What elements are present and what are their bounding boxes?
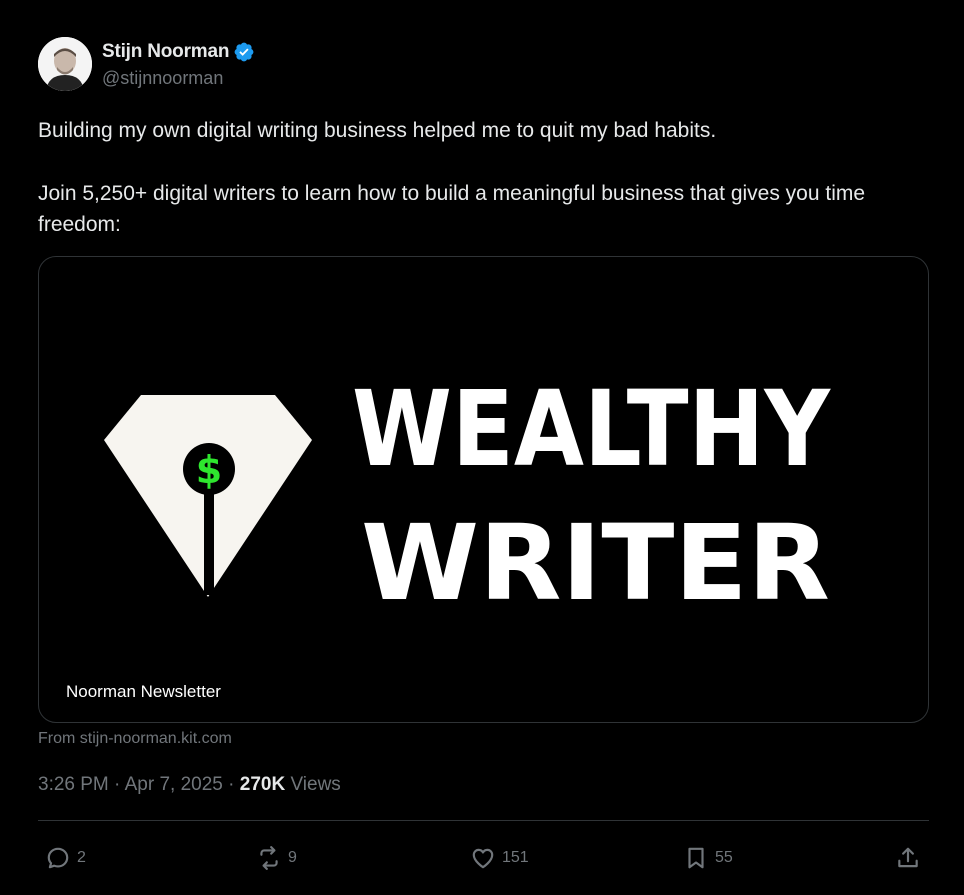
card-source[interactable]: From stijn-noorman.kit.com: [38, 730, 232, 748]
tweet-meta: 3:26 PM · Apr 7, 2025 · 270K Views: [38, 774, 341, 796]
heart-icon: [472, 848, 494, 869]
tweet-time[interactable]: 3:26 PM: [38, 774, 109, 795]
like-button[interactable]: 151: [470, 838, 529, 878]
repost-count: 9: [288, 849, 297, 866]
avatar-photo: [38, 37, 92, 91]
card-image: $ WEALTHY WRITER: [104, 368, 831, 624]
reply-count: 2: [77, 849, 86, 866]
tweet-paragraph: Join 5,250+ digital writers to learn how…: [38, 182, 866, 236]
logo-wordmark-line1: WEALTHY: [352, 368, 831, 490]
repost-button[interactable]: 9: [256, 838, 297, 878]
views-label: Views: [290, 774, 341, 795]
avatar[interactable]: [38, 37, 92, 91]
meta-separator: ·: [228, 774, 235, 795]
tweet: Stijn Noorman @stijnnoorman Building my …: [0, 0, 964, 895]
action-bar: 2 9 151 55: [0, 838, 964, 878]
like-count: 151: [502, 849, 529, 866]
author-handle[interactable]: @stijnnoorman: [102, 68, 255, 89]
share-button[interactable]: [895, 838, 921, 878]
bookmark-button[interactable]: 55: [683, 838, 733, 878]
bookmark-count: 55: [715, 849, 733, 866]
dollar-sign-icon: $: [196, 448, 222, 492]
author-block: Stijn Noorman @stijnnoorman: [102, 40, 255, 89]
card-title: Noorman Newsletter: [66, 682, 221, 701]
reply-icon: [47, 847, 69, 869]
bookmark-icon: [688, 847, 704, 869]
reply-button[interactable]: 2: [45, 838, 86, 878]
link-card[interactable]: $ WEALTHY WRITER Noorman Newsletter: [38, 256, 929, 723]
tweet-paragraph: Building my own digital writing business…: [38, 119, 717, 142]
diamond-pen-logo-icon: $: [104, 395, 312, 597]
tweet-text: Building my own digital writing business…: [38, 115, 928, 240]
repost-icon: [260, 846, 278, 870]
verified-badge-icon[interactable]: [233, 41, 255, 63]
author-name[interactable]: Stijn Noorman: [102, 41, 229, 63]
logo-wordmark-line2: WRITER: [361, 502, 830, 624]
views-count: 270K: [239, 774, 286, 795]
tweet-date[interactable]: Apr 7, 2025: [125, 774, 223, 795]
share-icon: [898, 847, 918, 868]
divider: [38, 820, 929, 821]
meta-separator: ·: [114, 774, 121, 795]
